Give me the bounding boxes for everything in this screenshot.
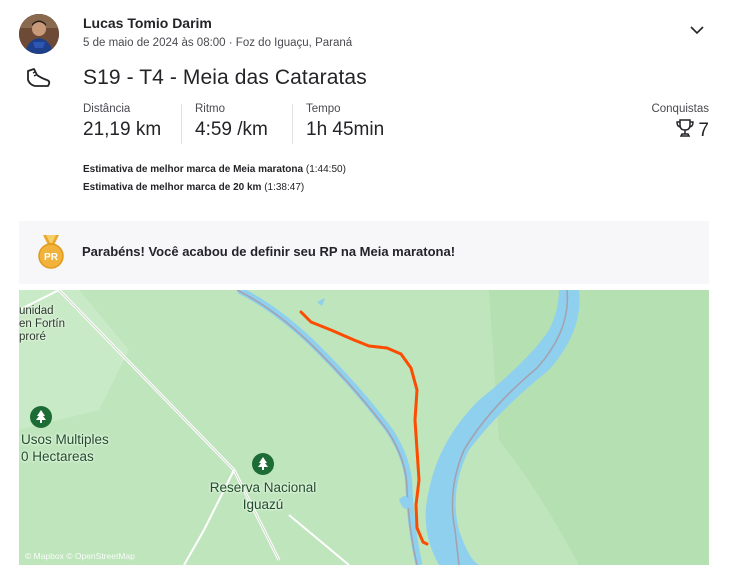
stat-time: Tempo 1h 45min	[306, 103, 384, 141]
map-label-usos-multiples: Usos Multiples 0 Hectareas	[21, 431, 109, 465]
athlete-name[interactable]: Lucas Tomio Darim	[83, 15, 212, 31]
map-label-line: unidad	[19, 305, 54, 317]
avatar[interactable]	[19, 14, 59, 54]
running-shoe-icon	[25, 66, 51, 90]
stat-pace: Ritmo 4:59 /km	[195, 103, 268, 141]
map-label-line: Reserva Nacional	[209, 480, 317, 495]
stat-pace-label: Ritmo	[195, 103, 226, 115]
map-attribution[interactable]: © Mapbox © OpenStreetMap	[25, 551, 135, 561]
best-effort-label: Estimativa de melhor marca de 20 km	[83, 182, 262, 193]
best-effort-20k: Estimativa de melhor marca de 20 km (1:3…	[83, 182, 304, 193]
trophy-icon	[675, 118, 695, 143]
tree-icon	[252, 453, 274, 475]
stat-time-label: Tempo	[306, 103, 341, 115]
pr-banner: PR Parabéns! Você acabou de definir seu …	[19, 221, 709, 284]
map-label-line: 0 Hectareas	[21, 449, 94, 464]
achievements-count: 7	[698, 119, 709, 141]
map-canvas	[19, 290, 709, 565]
activity-date-location: 5 de maio de 2024 às 08:00 · Foz do Igua…	[83, 37, 353, 49]
map-label-line: Usos Multiples	[21, 432, 109, 447]
best-effort-half-marathon: Estimativa de melhor marca de Meia marat…	[83, 164, 346, 175]
stat-time-value: 1h 45min	[306, 119, 385, 140]
map-label-fortin: unidad en Fortín proré	[19, 305, 65, 344]
pr-badge-text: PR	[44, 252, 59, 263]
stat-pace-value: 4:59 /km	[195, 119, 268, 140]
best-effort-value: (1:38:47)	[264, 182, 305, 193]
tree-icon	[30, 406, 52, 428]
stat-distance-label: Distância	[83, 103, 131, 115]
stat-divider	[292, 104, 293, 144]
chevron-down-icon[interactable]	[686, 21, 708, 39]
stat-distance-value: 21,19 km	[83, 119, 162, 140]
map-label-line: en Fortín	[19, 318, 66, 330]
stat-divider	[181, 104, 182, 144]
map-label-line: Iguazú	[242, 497, 284, 512]
best-effort-value: (1:44:50)	[305, 164, 346, 175]
achievements-label: Conquistas	[651, 103, 709, 115]
map-label-reserva-iguazu: Reserva Nacional Iguazú	[202, 479, 324, 513]
map-label-line: proré	[19, 331, 46, 343]
pr-medal-icon: PR	[37, 235, 65, 269]
achievements[interactable]: Conquistas 7	[651, 103, 709, 143]
stat-distance: Distância 21,19 km	[83, 103, 161, 141]
activity-title[interactable]: S19 - T4 - Meia das Cataratas	[83, 66, 367, 90]
best-effort-label: Estimativa de melhor marca de Meia marat…	[83, 164, 304, 175]
route-map[interactable]: unidad en Fortín proré Usos Multiples 0 …	[19, 290, 709, 565]
pr-message: Parabéns! Você acabou de definir seu RP …	[82, 244, 456, 259]
